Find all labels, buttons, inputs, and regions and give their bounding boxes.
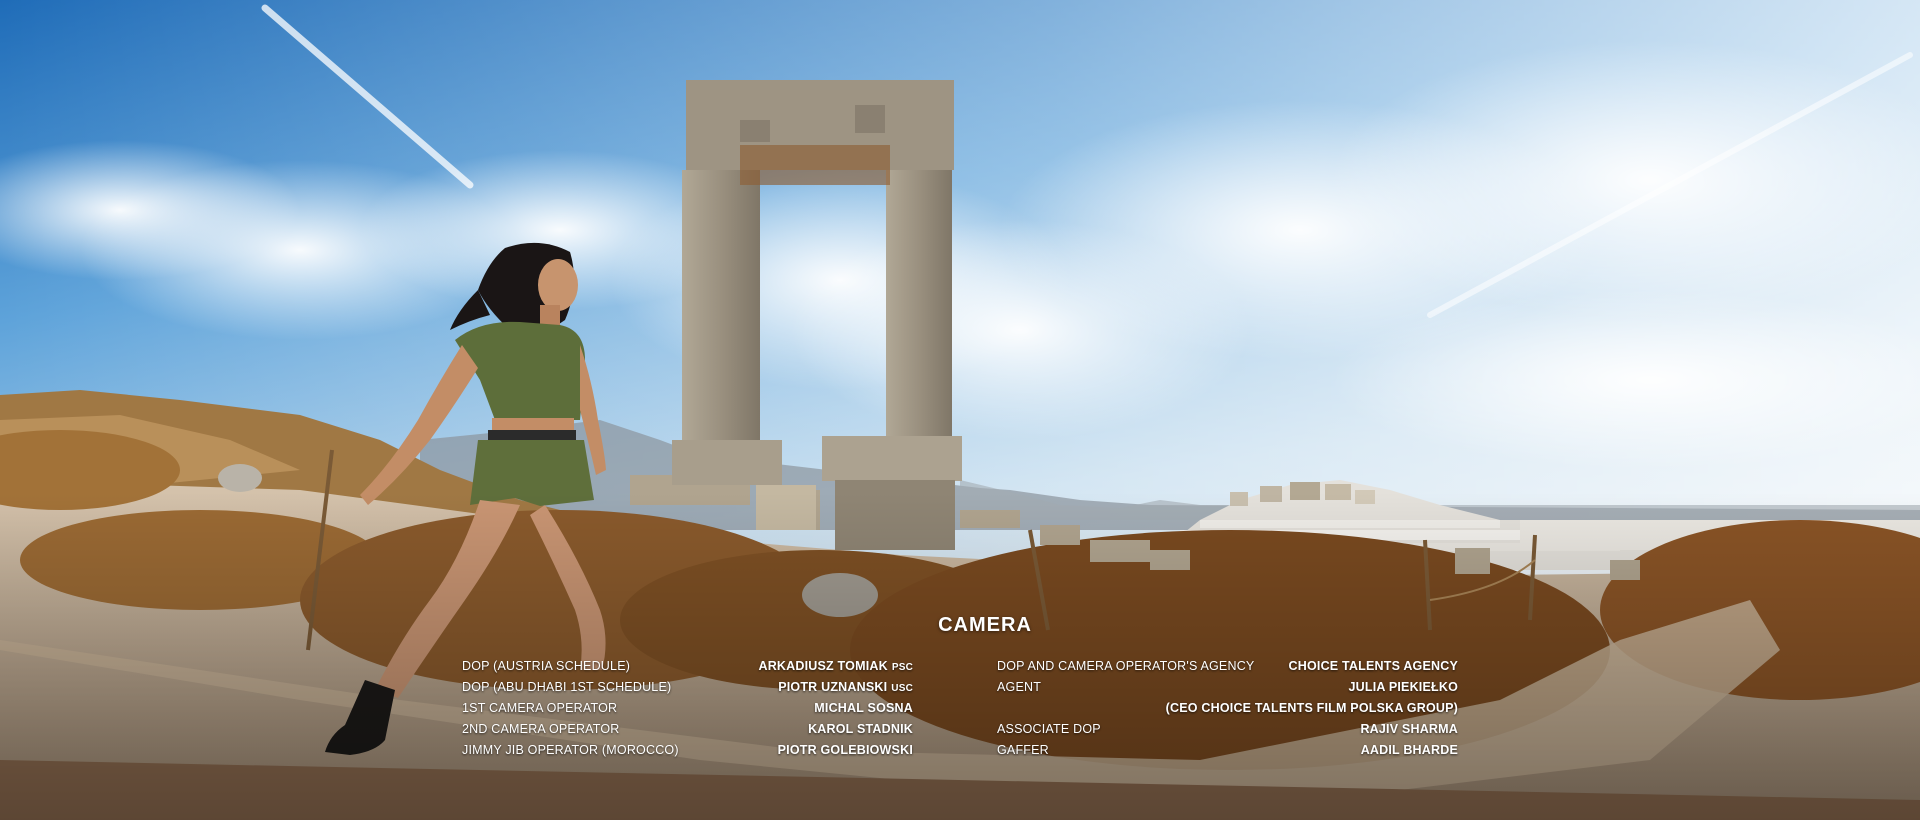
film-frame: CAMERA DOP (AUSTRIA SCHEDULE) DOP (ABU D… bbox=[0, 0, 1920, 820]
background-scene bbox=[0, 0, 1920, 820]
